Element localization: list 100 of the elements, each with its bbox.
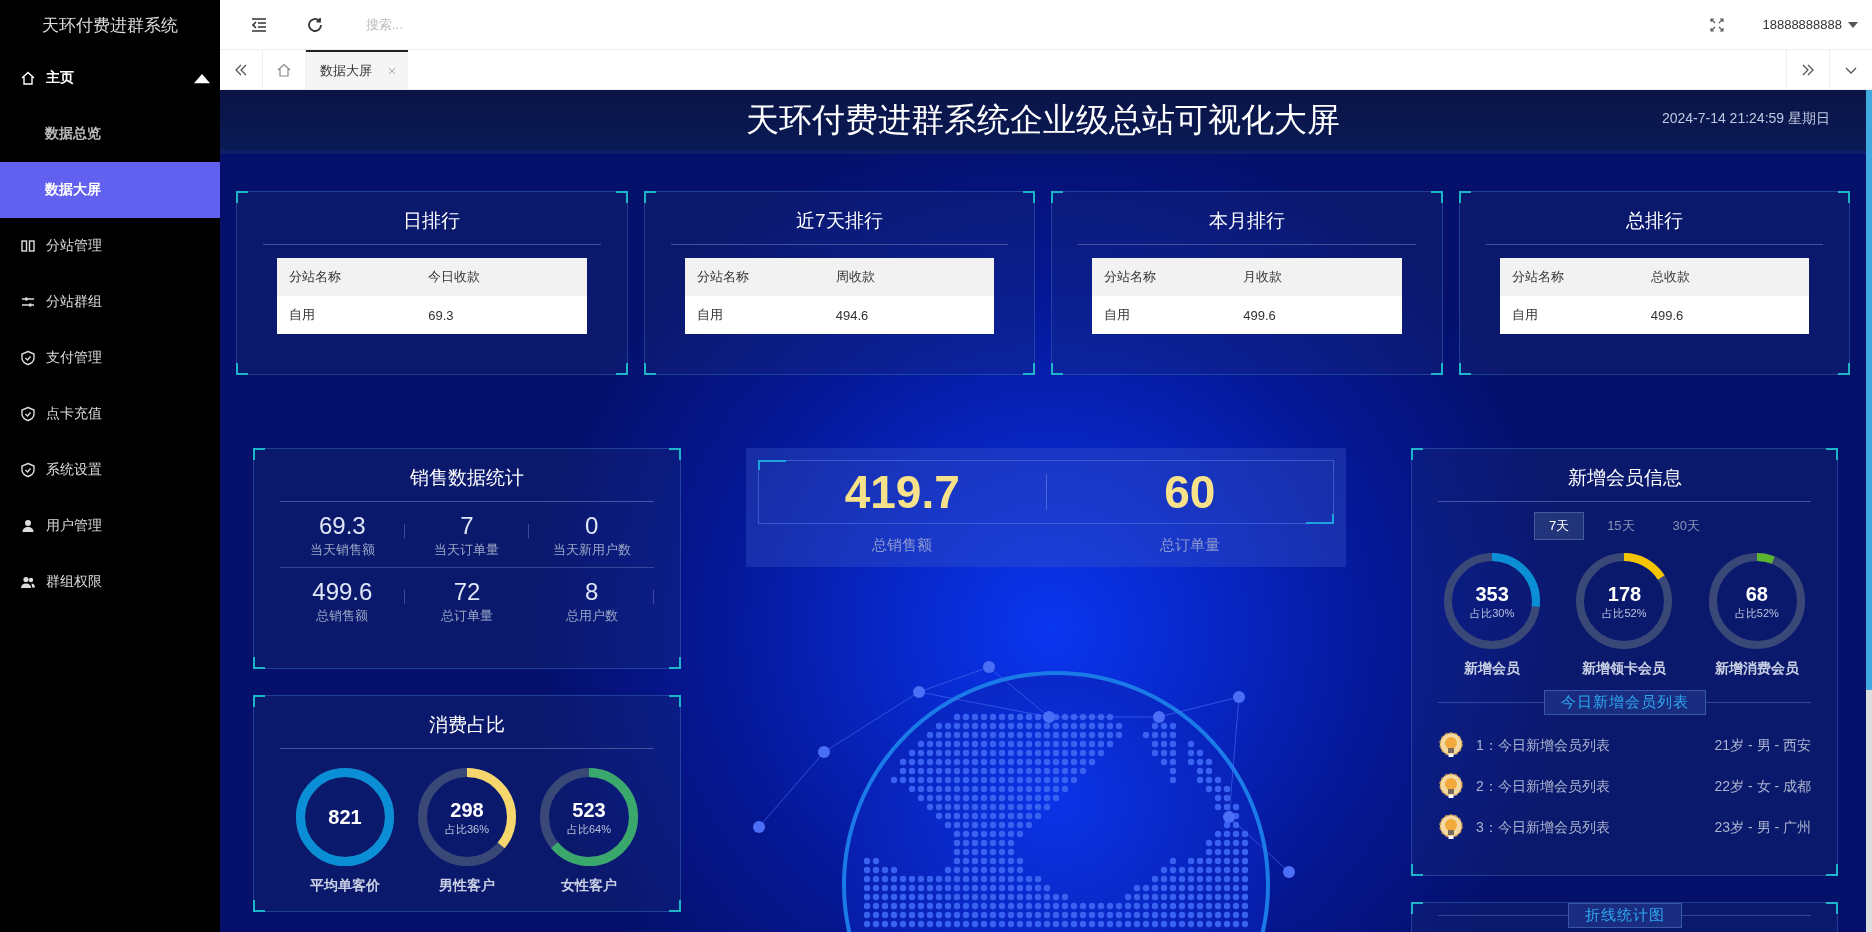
corner-bracket — [1411, 902, 1423, 914]
menu-item[interactable]: 分站管理 — [0, 218, 220, 274]
gauge-percent: 占比36% — [445, 821, 489, 837]
corner-bracket — [253, 657, 265, 669]
lightbulb-icon — [1438, 813, 1464, 842]
corner-bracket — [1023, 363, 1035, 375]
stat-label: 总订单量 — [441, 606, 493, 625]
column-header: 分站名称 — [684, 258, 824, 296]
menu-item[interactable]: 系统设置 — [0, 442, 220, 498]
corner-bracket — [669, 900, 681, 912]
gauge-value: 68 — [1745, 581, 1768, 606]
menu-fold-icon[interactable] — [250, 15, 268, 34]
table-cell: 69.3 — [416, 296, 587, 334]
table-cell: 499.6 — [1638, 296, 1809, 334]
table-cell: 自用 — [1092, 296, 1232, 334]
corner-bracket — [643, 363, 656, 375]
total-value: 60 — [1164, 466, 1216, 518]
period-tab[interactable]: 30天 — [1657, 512, 1716, 540]
member-info: 21岁 - 男 - 西安 — [1714, 736, 1811, 755]
period-tab[interactable]: 7天 — [1533, 512, 1585, 540]
app-title: 天环付费进群系统 — [42, 14, 178, 37]
stat-value: 499.6 — [312, 577, 373, 607]
column-header: 分站名称 — [277, 258, 417, 296]
gauge-value: 523 — [572, 797, 606, 822]
member-name: 1：今日新增会员列表 — [1476, 736, 1610, 755]
corner-bracket — [1838, 191, 1850, 203]
column-header: 分站名称 — [1092, 258, 1232, 296]
tab[interactable]: 数据大屏 — [306, 50, 408, 89]
gauge-value: 353 — [1475, 581, 1509, 606]
menu-item[interactable]: 数据大屏 — [0, 162, 220, 218]
panel-title: 新增会员信息 — [1567, 466, 1682, 490]
search-field[interactable]: 搜索... — [364, 16, 568, 33]
menu-group[interactable]: 主页 — [0, 50, 220, 106]
gauge-percent: 占比30% — [1470, 605, 1515, 621]
table-cell: 自用 — [277, 296, 417, 334]
stat-value: 0 — [584, 512, 599, 541]
column-header: 今日收款 — [416, 258, 587, 296]
gauge-label: 女性客户 — [561, 877, 617, 895]
corner-bracket — [669, 695, 681, 707]
panel-title: 销售数据统计 — [410, 466, 524, 490]
gauge-value: 178 — [1607, 581, 1642, 606]
corner-bracket — [1411, 448, 1423, 460]
corner-bracket — [236, 191, 248, 203]
corner-bracket — [615, 191, 628, 203]
corner-bracket — [253, 448, 265, 460]
corner-bracket — [1430, 363, 1443, 375]
user-name[interactable]: 18888888888 — [1762, 17, 1842, 32]
shield-check-icon — [20, 350, 36, 366]
corner-bracket — [1411, 864, 1423, 876]
stat-value: 72 — [453, 577, 481, 607]
gauge-label: 平均单客价 — [310, 877, 380, 895]
corner-bracket — [758, 460, 786, 470]
column-header: 周收款 — [823, 258, 994, 296]
column-header: 总收款 — [1638, 258, 1809, 296]
stat-label: 总销售额 — [316, 606, 369, 625]
member-name: 2：今日新增会员列表 — [1476, 777, 1610, 796]
menu-item[interactable]: 数据总览 — [0, 106, 220, 162]
period-tab[interactable]: 15天 — [1592, 512, 1650, 540]
menu-item[interactable]: 群组权限 — [0, 554, 220, 610]
caret-icon[interactable] — [1848, 21, 1858, 28]
menu-item[interactable]: 分站群组 — [0, 274, 220, 330]
scroll-bar[interactable] — [1866, 90, 1872, 932]
corner-bracket — [253, 900, 265, 912]
menu-item[interactable]: 点卡充值 — [0, 386, 220, 442]
fullscreen-icon[interactable] — [1710, 17, 1725, 32]
table-cell: 自用 — [1499, 296, 1639, 334]
panel-title: 近7天排行 — [795, 209, 883, 233]
gauge-value: 298 — [450, 797, 484, 822]
menu-item[interactable]: 用户管理 — [0, 498, 220, 554]
gauge-label: 新增消费会员 — [1714, 660, 1799, 678]
menu-item[interactable]: 支付管理 — [0, 330, 220, 386]
gauge-percent: 占比52% — [1734, 605, 1779, 621]
total-label: 总订单量 — [1160, 536, 1220, 553]
home-icon[interactable] — [276, 61, 292, 78]
corner-bracket — [1051, 363, 1063, 375]
table-cell: 494.6 — [823, 296, 994, 334]
table-cell: 自用 — [684, 296, 824, 334]
section-title: 折线统计图 — [1567, 903, 1682, 928]
corner-bracket — [669, 448, 681, 460]
table-cell: 499.6 — [1231, 296, 1402, 334]
date-time: 2024-7-14 21:24:59 星期日 — [1661, 110, 1830, 128]
corner-bracket — [1826, 448, 1838, 460]
scroll-thumb[interactable] — [1866, 90, 1872, 690]
shield-check-icon — [20, 462, 36, 478]
gauge-label: 新增会员 — [1464, 660, 1521, 678]
stat-value: 69.3 — [318, 512, 366, 541]
column-header: 月收款 — [1231, 258, 1402, 296]
home-icon — [20, 70, 36, 86]
corner-bracket — [236, 363, 248, 375]
corner-bracket — [1023, 191, 1035, 203]
member-info: 23岁 - 男 - 广州 — [1714, 818, 1811, 837]
person-icon — [20, 518, 36, 534]
stat-value: 7 — [460, 512, 474, 541]
refresh-icon[interactable] — [306, 15, 324, 34]
column-header: 分站名称 — [1499, 258, 1639, 296]
corner-bracket — [1826, 902, 1838, 914]
section-title: 今日新增会员列表 — [1543, 690, 1706, 715]
stat-label: 当天订单量 — [434, 540, 500, 559]
corner-bracket — [253, 695, 265, 707]
people-icon — [20, 574, 36, 590]
